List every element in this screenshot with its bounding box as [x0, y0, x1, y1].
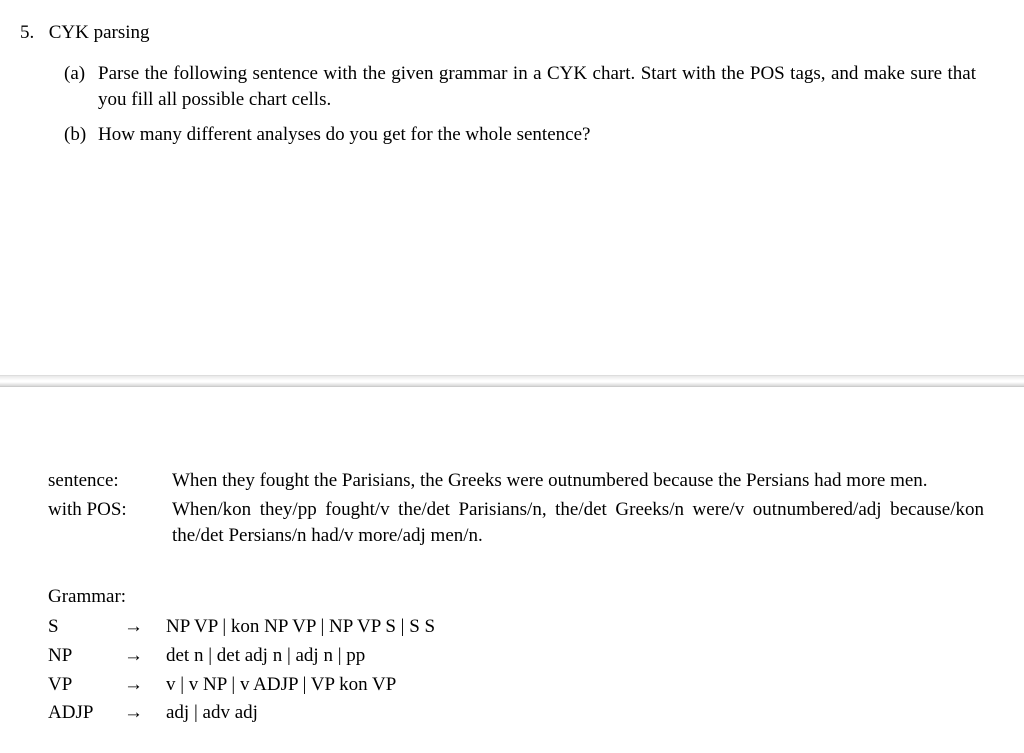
- part-text: How many different analyses do you get f…: [98, 122, 976, 149]
- grammar-rule-row: NP → det n | det adj n | adj n | pp: [48, 643, 984, 670]
- page-top-section: 5. CYK parsing (a) Parse the following s…: [0, 0, 1024, 148]
- grammar-nonterminal: NP: [48, 643, 124, 670]
- pos-label: with POS:: [48, 497, 172, 550]
- pos-row: with POS: When/kon they/pp fought/v the/…: [48, 497, 984, 550]
- grammar-block: Grammar: S → NP VP | kon NP VP | NP VP S…: [48, 584, 984, 727]
- sentence-row: sentence: When they fought the Parisians…: [48, 468, 984, 495]
- grammar-nonterminal: S: [48, 614, 124, 641]
- grammar-arrow: →: [124, 700, 166, 727]
- sentence-label: sentence:: [48, 468, 172, 495]
- page-bottom-section: sentence: When they fought the Parisians…: [0, 468, 1024, 729]
- question-header: 5. CYK parsing: [20, 20, 976, 47]
- grammar-rule-row: S → NP VP | kon NP VP | NP VP S | S S: [48, 614, 984, 641]
- grammar-nonterminal: ADJP: [48, 700, 124, 727]
- grammar-rhs: v | v NP | v ADJP | VP kon VP: [166, 672, 984, 699]
- question-number: 5.: [20, 20, 44, 47]
- grammar-rhs: NP VP | kon NP VP | NP VP S | S S: [166, 614, 984, 641]
- question-parts: (a) Parse the following sentence with th…: [64, 61, 976, 149]
- grammar-arrow: →: [124, 672, 166, 699]
- grammar-nonterminal: VP: [48, 672, 124, 699]
- question-part-a: (a) Parse the following sentence with th…: [64, 61, 976, 114]
- part-label: (b): [64, 122, 98, 149]
- sentence-text: When they fought the Parisians, the Gree…: [172, 468, 984, 495]
- question-title: CYK parsing: [49, 22, 150, 43]
- grammar-arrow: →: [124, 643, 166, 670]
- pos-text: When/kon they/pp fought/v the/det Parisi…: [172, 497, 984, 550]
- part-text: Parse the following sentence with the gi…: [98, 61, 976, 114]
- grammar-rhs: det n | det adj n | adj n | pp: [166, 643, 984, 670]
- page-break-divider: [0, 375, 1024, 387]
- grammar-rule-row: ADJP → adj | adv adj: [48, 700, 984, 727]
- part-label: (a): [64, 61, 98, 114]
- question-part-b: (b) How many different analyses do you g…: [64, 122, 976, 149]
- grammar-heading: Grammar:: [48, 584, 984, 611]
- grammar-arrow: →: [124, 614, 166, 641]
- grammar-rhs: adj | adv adj: [166, 700, 984, 727]
- grammar-rule-row: VP → v | v NP | v ADJP | VP kon VP: [48, 672, 984, 699]
